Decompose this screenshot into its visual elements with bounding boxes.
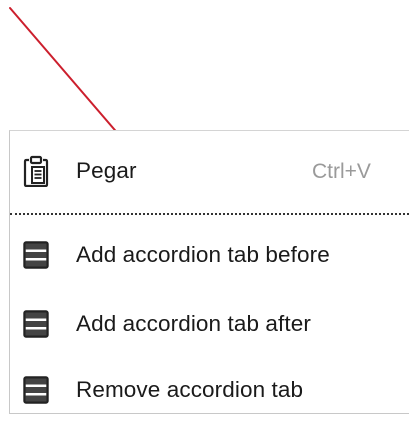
menu-item-paste[interactable]: Pegar Ctrl+V [10,137,409,205]
menu-item-add-accordion-tab-after[interactable]: Add accordion tab after [10,290,409,358]
menu-item-shortcut: Ctrl+V [312,160,371,183]
accordion-icon [10,356,62,424]
context-menu: Pegar Ctrl+V Add accordion tab before Ad… [9,130,409,414]
menu-item-add-accordion-tab-before[interactable]: Add accordion tab before [10,221,409,289]
clipboard-icon [10,137,62,205]
menu-item-remove-accordion-tab[interactable]: Remove accordion tab [10,356,409,424]
menu-separator [10,213,409,215]
menu-item-label: Remove accordion tab [76,377,304,402]
menu-item-label: Add accordion tab before [76,242,330,267]
accordion-icon [10,290,62,358]
screenshot-stage: Pegar Ctrl+V Add accordion tab before Ad… [0,0,409,430]
menu-item-label: Pegar [76,158,137,183]
accordion-icon [10,221,62,289]
menu-item-label: Add accordion tab after [76,311,311,336]
